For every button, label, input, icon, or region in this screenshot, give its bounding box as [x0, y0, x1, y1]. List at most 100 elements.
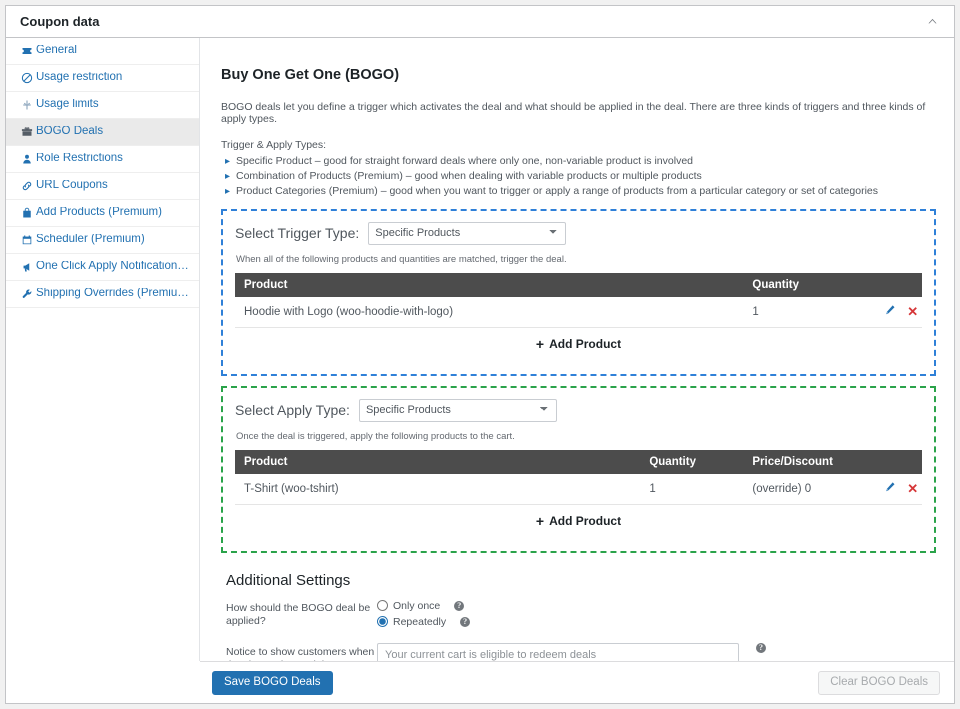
- table-row: Hoodie with Logo (woo-hoodie-with-logo) …: [235, 297, 922, 328]
- sidebar-item-label: Role Restrictions: [36, 153, 123, 165]
- notice-label: Notice to show customers when they have …: [226, 643, 377, 661]
- trigger-apply-types-label: Trigger & Apply Types:: [221, 139, 936, 151]
- coupon-data-tabs: General Usage restriction Usage limits B…: [6, 38, 200, 661]
- sidebar-item-label: General: [36, 45, 77, 57]
- apply-type-select[interactable]: Specific Products Combination of Product…: [359, 399, 557, 422]
- pencil-icon[interactable]: [884, 481, 896, 496]
- apply-products-table: Product Quantity Price/Discount T-Shirt …: [235, 450, 922, 539]
- cell-quantity: 1: [640, 474, 743, 505]
- form-row-apply-mode: How should the BOGO deal be applied? Onl…: [226, 599, 766, 643]
- additional-settings-form: How should the BOGO deal be applied? Onl…: [226, 599, 766, 661]
- list-item: Product Categories (Premium) – good when…: [225, 184, 936, 199]
- sidebar-item-add-products[interactable]: Add Products (Premium): [6, 200, 199, 227]
- apply-section: Select Apply Type: Specific Products Com…: [221, 386, 936, 553]
- panel-footer: Save BOGO Deals Clear BOGO Deals: [200, 661, 954, 703]
- section-title: Buy One Get One (BOGO): [221, 68, 936, 83]
- panel-body: General Usage restriction Usage limits B…: [6, 38, 954, 661]
- sidebar-item-label: One Click Apply Notification (Premium): [36, 261, 189, 273]
- bogo-deals-panel: Buy One Get One (BOGO) BOGO deals let yo…: [200, 38, 954, 661]
- apply-select-row: Select Apply Type: Specific Products Com…: [235, 399, 922, 422]
- section-intro: BOGO deals let you define a trigger whic…: [221, 101, 936, 126]
- user-icon: [18, 153, 36, 165]
- sidebar-item-url-coupons[interactable]: URL Coupons: [6, 173, 199, 200]
- sidebar-item-one-click-apply-notification[interactable]: One Click Apply Notification (Premium): [6, 254, 199, 281]
- table-footer-row: + Add Product: [235, 504, 922, 539]
- add-product-button[interactable]: + Add Product: [536, 337, 621, 351]
- table-footer-row: + Add Product: [235, 327, 922, 362]
- column-header-product: Product: [235, 450, 640, 474]
- sidebar-item-label: BOGO Deals: [36, 126, 103, 138]
- trigger-section: Select Trigger Type: Specific Products C…: [221, 209, 936, 376]
- help-icon[interactable]: ?: [756, 643, 766, 653]
- sidebar-item-label: Usage limits: [36, 99, 99, 111]
- chevron-up-icon[interactable]: [920, 10, 944, 34]
- add-product-button[interactable]: + Add Product: [536, 514, 621, 528]
- notice-textarea[interactable]: [377, 643, 739, 661]
- trigger-apply-types-list: Specific Product – good for straight for…: [216, 154, 936, 199]
- page-title: Coupon data: [20, 14, 920, 29]
- column-header-actions: [867, 450, 922, 474]
- help-icon[interactable]: ?: [454, 601, 464, 611]
- apply-mode-controls: Only once ? Repeatedly ?: [377, 599, 766, 643]
- column-header-quantity: Quantity: [640, 450, 743, 474]
- radio-only-once-label[interactable]: Only once: [393, 600, 440, 612]
- table-header-row: Product Quantity: [235, 273, 922, 297]
- ticket-icon: [18, 45, 36, 57]
- cell-product: Hoodie with Logo (woo-hoodie-with-logo): [235, 297, 743, 328]
- close-x-icon[interactable]: ✕: [907, 304, 918, 320]
- apply-mode-label: How should the BOGO deal be applied?: [226, 599, 377, 643]
- column-header-product: Product: [235, 273, 743, 297]
- plus-icon: +: [536, 337, 544, 351]
- trigger-products-table: Product Quantity Hoodie with Logo (woo-h…: [235, 273, 922, 362]
- radio-only-once[interactable]: [377, 600, 388, 611]
- apply-hint: Once the deal is triggered, apply the fo…: [236, 431, 922, 442]
- sidebar-item-label: Add Products (Premium): [36, 207, 162, 219]
- notice-field-cell: ?: [377, 643, 766, 661]
- megaphone-icon: [18, 261, 36, 273]
- cell-quantity: 1: [743, 297, 867, 328]
- trigger-type-select[interactable]: Specific Products Combination of Product…: [368, 222, 566, 245]
- column-header-price-discount: Price/Discount: [743, 450, 867, 474]
- save-bogo-deals-button[interactable]: Save BOGO Deals: [212, 671, 333, 695]
- form-row-notice: Notice to show customers when they have …: [226, 643, 766, 661]
- trigger-type-label: Select Trigger Type:: [235, 226, 359, 240]
- sidebar-item-bogo-deals[interactable]: BOGO Deals: [6, 119, 199, 146]
- trigger-hint: When all of the following products and q…: [236, 254, 922, 265]
- clear-bogo-deals-button[interactable]: Clear BOGO Deals: [818, 671, 940, 695]
- column-header-actions: [867, 273, 922, 297]
- sidebar-item-general[interactable]: General: [6, 38, 199, 65]
- close-x-icon[interactable]: ✕: [907, 481, 918, 497]
- radio-repeatedly[interactable]: [377, 616, 388, 627]
- sidebar-item-usage-restriction[interactable]: Usage restriction: [6, 65, 199, 92]
- add-product-label: Add Product: [549, 514, 621, 528]
- sidebar-item-scheduler[interactable]: Scheduler (Premium): [6, 227, 199, 254]
- sidebar-item-label: URL Coupons: [36, 180, 108, 192]
- limits-icon: [18, 99, 36, 111]
- cell-actions: ✕: [867, 474, 922, 505]
- additional-settings-title: Additional Settings: [226, 573, 936, 588]
- sidebar-item-shipping-overrides[interactable]: Shipping Overrides (Premium): [6, 281, 199, 308]
- sidebar-item-usage-limits[interactable]: Usage limits: [6, 92, 199, 119]
- coupon-data-panel: Coupon data General Usage restriction: [5, 5, 955, 704]
- sidebar-item-label: Shipping Overrides (Premium): [36, 288, 189, 300]
- cell-price-discount: (override) 0: [743, 474, 867, 505]
- help-icon[interactable]: ?: [460, 617, 470, 627]
- sidebar-item-role-restrictions[interactable]: Role Restrictions: [6, 146, 199, 173]
- table-header-row: Product Quantity Price/Discount: [235, 450, 922, 474]
- link-icon: [18, 180, 36, 192]
- panel-header: Coupon data: [6, 6, 954, 38]
- plus-icon: +: [536, 514, 544, 528]
- list-item: Specific Product – good for straight for…: [225, 154, 936, 169]
- list-item: Combination of Products (Premium) – good…: [225, 169, 936, 184]
- radio-row-only-once: Only once ?: [377, 599, 766, 613]
- gift-icon: [18, 126, 36, 138]
- pencil-icon[interactable]: [884, 304, 896, 319]
- radio-row-repeatedly: Repeatedly ?: [377, 615, 766, 629]
- apply-type-label: Select Apply Type:: [235, 403, 350, 417]
- cell-actions: ✕: [867, 297, 922, 328]
- ban-icon: [18, 72, 36, 84]
- sidebar-item-label: Scheduler (Premium): [36, 234, 145, 246]
- radio-repeatedly-label[interactable]: Repeatedly: [393, 616, 446, 628]
- bag-icon: [18, 207, 36, 219]
- sidebar-item-label: Usage restriction: [36, 72, 122, 84]
